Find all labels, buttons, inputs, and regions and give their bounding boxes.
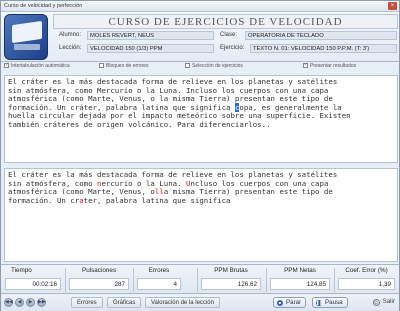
next-page-icon[interactable]: ▶: [26, 298, 35, 307]
stat-value: 124,85: [270, 278, 330, 290]
stat-tiempo: Tiempo 00:02:16: [3, 267, 63, 293]
stat-value: 4: [137, 278, 181, 290]
salir-label: Salir: [382, 298, 395, 305]
first-page-icon[interactable]: ◀◀: [4, 298, 13, 307]
logo-base: [14, 44, 40, 50]
ejercicio-label: Ejercicio:: [220, 45, 245, 51]
last-page-icon[interactable]: ▶▶: [37, 298, 46, 307]
ejercicio-field: TEXTO N. 01: VELOCIDAD 150 P.P.M. (T: 3'…: [250, 44, 397, 53]
typed-segment: ter, palabra latina que significa: [83, 195, 231, 205]
stat-value: 00:02:16: [5, 278, 61, 290]
parar-label: Parar: [286, 299, 302, 306]
stat-label: Tiempo: [11, 267, 32, 274]
checkbox-icon[interactable]: [303, 62, 308, 69]
clase-field: OPERATORIA DE TECLADO: [245, 31, 397, 40]
stat-ppm-brutas: PPM Brutas 126,62: [199, 267, 263, 293]
stat-errores: Errores 4: [135, 267, 183, 293]
pausa-label: Pausa: [325, 299, 343, 306]
window-title: Curso de velocidad y perfección: [4, 3, 83, 9]
typing-input-area[interactable]: El cráter es la más destacada forma de r…: [4, 168, 398, 262]
valoracion-button[interactable]: Valoración de la lección: [145, 297, 220, 308]
stats-bar: Tiempo 00:02:16 Pulsaciones 287 Errores …: [1, 264, 399, 294]
option-bloqueo[interactable]: Bloqueo de errores: [99, 63, 149, 69]
pausa-button[interactable]: ❚❚ Pausa: [312, 297, 348, 308]
logo-screen: [12, 20, 42, 44]
leccion-field: VELOCIDAD 150 (1/3) PPM: [87, 44, 214, 53]
stat-label: PPM Netas: [284, 267, 316, 274]
options-bar: Intertabulación automática Bloqueo de er…: [4, 62, 397, 72]
title-bar: Curso de velocidad y perfección ×: [1, 1, 399, 12]
stat-label: Errores: [148, 267, 170, 274]
stat-label: Pulsaciones: [82, 267, 116, 274]
close-icon[interactable]: ×: [388, 2, 397, 10]
stop-icon: ■: [277, 300, 283, 306]
checkbox-icon[interactable]: [99, 63, 104, 69]
clase-label: Clase:: [220, 32, 238, 38]
alumno-field: MOLES REVERT, NEUS: [87, 31, 214, 40]
option-seleccion[interactable]: Selección de ejercicios: [185, 63, 243, 69]
model-text-panel: El cráter es la más destacada forma de r…: [4, 75, 398, 163]
keyboard-logo-icon: [4, 14, 48, 60]
pause-icon: ❚❚: [316, 300, 323, 306]
divider: [197, 268, 198, 292]
stat-value: 1,39: [338, 278, 395, 290]
option-tabulacion[interactable]: Intertabulación automática: [4, 62, 70, 69]
stat-ppm-netas: PPM Netas 124,85: [268, 267, 332, 293]
divider: [334, 268, 335, 292]
header-panel: CURSO DE EJERCICIOS DE VELOCIDAD Alumno:…: [1, 12, 399, 62]
tab-errores[interactable]: Errores: [71, 297, 103, 308]
power-icon: ⏻: [372, 299, 380, 306]
prev-page-icon[interactable]: ◀: [15, 298, 24, 307]
leccion-label: Lección:: [59, 45, 82, 51]
stat-label: Coef. Error (%): [345, 267, 388, 274]
course-title: CURSO DE EJERCICIOS DE VELOCIDAD: [53, 14, 398, 29]
checkbox-icon[interactable]: [185, 63, 190, 69]
tab-graficas[interactable]: Gráficas: [107, 297, 142, 308]
option-presentar[interactable]: Presentar resultados: [303, 62, 356, 69]
stat-value: 126,62: [201, 278, 261, 290]
divider: [133, 268, 134, 292]
divider: [65, 268, 66, 292]
stat-pulsaciones: Pulsaciones 287: [67, 267, 131, 293]
app-window: Curso de velocidad y perfección × CURSO …: [0, 0, 400, 311]
checkbox-icon[interactable]: [4, 62, 9, 69]
alumno-label: Alumno:: [59, 32, 82, 38]
stat-value: 287: [69, 278, 129, 290]
divider: [266, 268, 267, 292]
salir-button[interactable]: ⏻ Salir: [372, 297, 395, 308]
footer-toolbar: ◀◀ ◀ ▶ ▶▶ Errores Gráficas Valoración de…: [1, 295, 399, 311]
parar-button[interactable]: ■ Parar: [273, 297, 307, 308]
stat-coef-error: Coef. Error (%) 1,39: [336, 267, 397, 293]
stat-label: PPM Brutas: [214, 267, 248, 274]
